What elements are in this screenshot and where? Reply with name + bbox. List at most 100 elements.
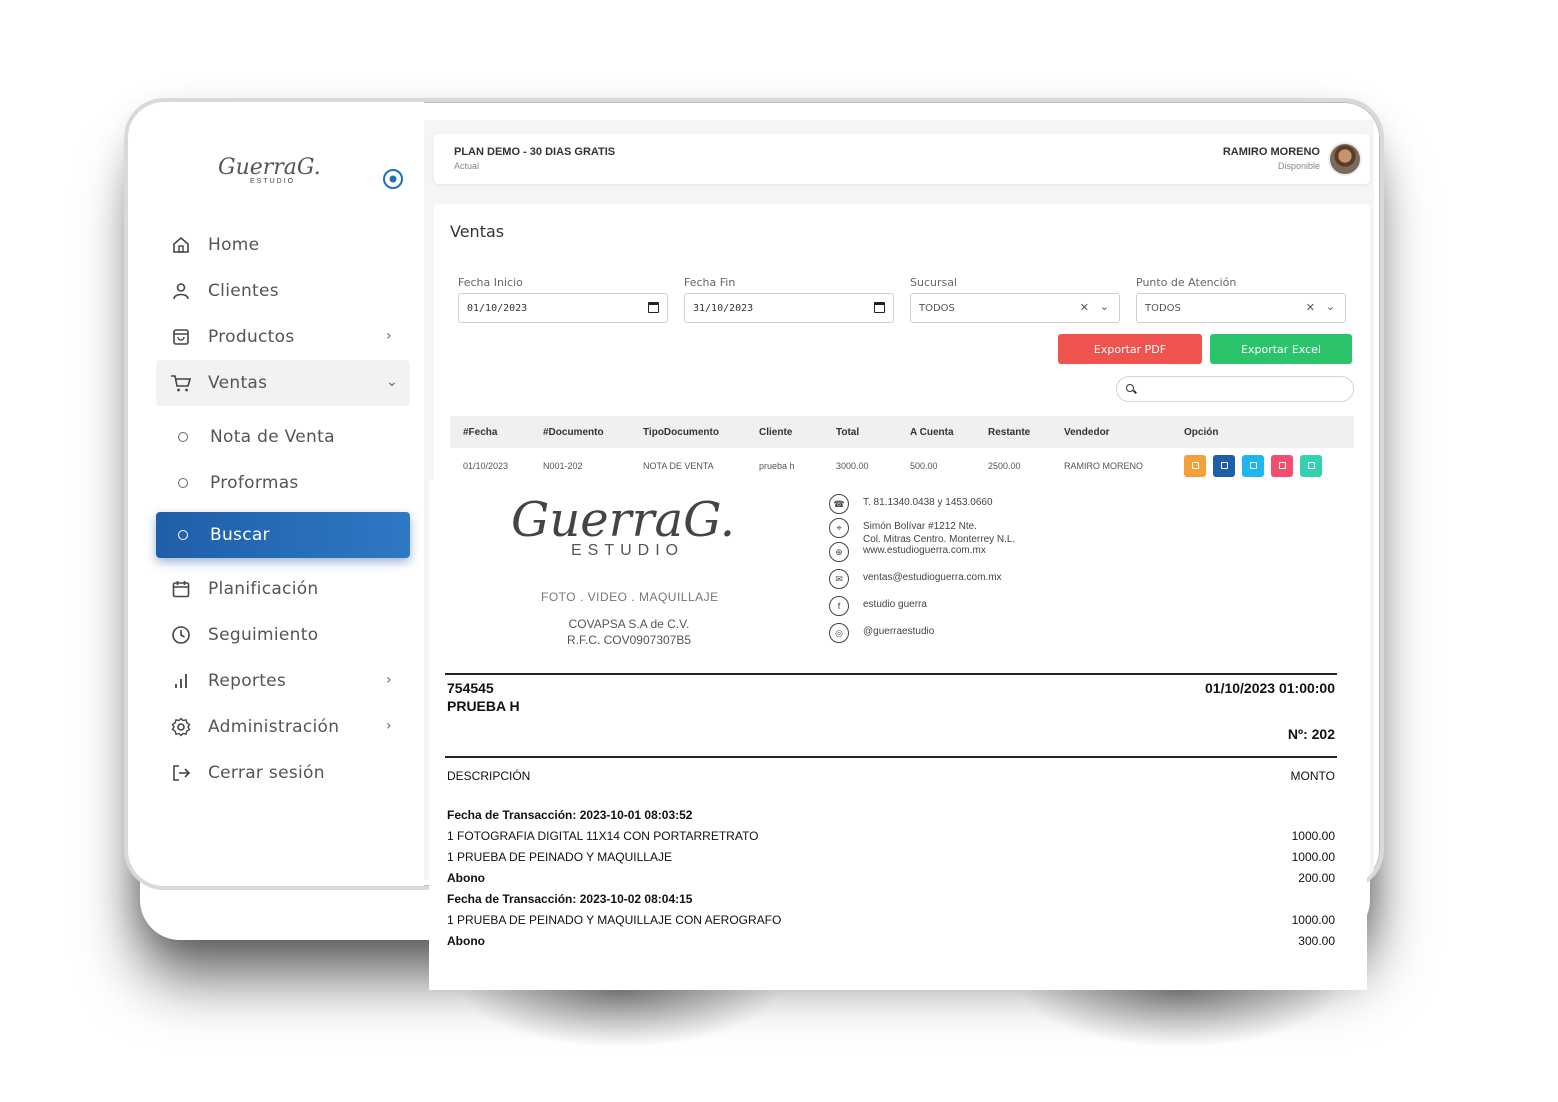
edit-button[interactable]	[1184, 454, 1206, 477]
sidebar-toggle-icon[interactable]	[382, 168, 404, 190]
sidebar-item-productos[interactable]: Productos ›	[156, 314, 410, 360]
document-button[interactable]	[1300, 454, 1322, 477]
column-header[interactable]: Total	[823, 427, 897, 438]
sidebar-item-label: Ventas	[208, 373, 268, 393]
avatar[interactable]	[1328, 142, 1362, 176]
branch-select[interactable]: TODOS ✕ ⌄	[910, 293, 1120, 323]
column-header[interactable]: TipoDocumento	[630, 427, 746, 438]
line-amount: 1000.00	[1291, 912, 1335, 927]
receipt-lines: Fecha de Transacción: 2023-10-01 08:03:5…	[447, 804, 1335, 951]
sidebar-item-seguimiento[interactable]: Seguimiento	[156, 612, 410, 658]
column-header[interactable]: #Documento	[530, 427, 630, 438]
receipt-preview: GuerraG. ESTUDIO FOTO . VIDEO . MAQUILLA…	[429, 480, 1367, 990]
sidebar-subitem-buscar[interactable]: Buscar	[156, 512, 410, 558]
column-header[interactable]: Cliente	[746, 427, 823, 438]
line-amount: 300.00	[1298, 933, 1335, 948]
receipt-line: 1 PRUEBA DE PEINADO Y MAQUILLAJE 1000.00	[447, 846, 1335, 867]
contact-text: T. 81.1340.0438 y 1453.0660	[863, 497, 993, 508]
clear-icon[interactable]: ✕	[1080, 301, 1089, 314]
page-title: Ventas	[450, 222, 505, 241]
sales-table: #Fecha #Documento TipoDocumento Cliente …	[450, 416, 1354, 484]
sidebar-item-label: Seguimiento	[208, 625, 319, 645]
column-header[interactable]: A Cuenta	[897, 427, 975, 438]
receipt-tagline: FOTO . VIDEO . MAQUILLAJE	[541, 590, 719, 604]
table-row[interactable]: 01/10/2023 N001-202 NOTA DE VENTA prueba…	[450, 448, 1354, 484]
sidebar-item-clientes[interactable]: Clientes	[156, 268, 410, 314]
folder-icon	[1249, 462, 1257, 469]
bar-chart-icon	[170, 670, 192, 692]
divider	[445, 673, 1337, 675]
print-button[interactable]	[1271, 454, 1293, 477]
calendar-button[interactable]	[1213, 454, 1235, 477]
export-pdf-button[interactable]: Exportar PDF	[1058, 334, 1202, 364]
filter-label: Fecha Inicio	[458, 276, 523, 289]
filter-service-point: Punto de Atención TODOS ✕ ⌄	[1136, 276, 1346, 323]
user-name[interactable]: RAMIRO MORENO	[1223, 146, 1320, 158]
sidebar-subitem-nota-de-venta[interactable]: Nota de Venta	[156, 414, 410, 460]
end-date-input[interactable]: 31/10/2023	[684, 293, 894, 323]
mail-icon: ✉	[829, 569, 849, 589]
receipt-number: 754545	[447, 680, 494, 696]
contact-text: ventas@estudioguerra.com.mx	[863, 572, 1002, 583]
receipt-logo-text: GuerraG.	[511, 492, 735, 548]
calendar-icon	[1220, 462, 1228, 469]
sidebar-item-planificacion[interactable]: Planificación	[156, 566, 410, 612]
filter-branch: Sucursal TODOS ✕ ⌄	[910, 276, 1120, 323]
sidebar-subitem-proformas[interactable]: Proformas	[156, 460, 410, 506]
document-icon	[1307, 462, 1315, 469]
sidebar-item-ventas[interactable]: Ventas ⌄	[156, 360, 410, 406]
cell-total: 3000.00	[836, 460, 869, 471]
line-description: Fecha de Transacción: 2023-10-02 08:04:1…	[447, 891, 693, 906]
export-excel-button[interactable]: Exportar Excel	[1210, 334, 1352, 364]
line-description: 1 PRUEBA DE PEINADO Y MAQUILLAJE	[447, 849, 672, 864]
table-header: #Fecha #Documento TipoDocumento Cliente …	[450, 416, 1354, 448]
cell-client: prueba h	[759, 460, 795, 471]
calendar-icon[interactable]	[874, 302, 885, 313]
sidebar-item-administracion[interactable]: Administración ›	[156, 704, 410, 750]
brand-logo: GuerraG. ESTUDIO	[218, 150, 330, 190]
service-point-select[interactable]: TODOS ✕ ⌄	[1136, 293, 1346, 323]
search-input[interactable]	[1116, 376, 1354, 402]
print-icon	[1278, 462, 1286, 469]
sidebar-item-reportes[interactable]: Reportes ›	[156, 658, 410, 704]
brand-text: GuerraG.	[218, 155, 321, 180]
logout-icon	[170, 762, 192, 784]
receipt-line: Fecha de Transacción: 2023-10-01 08:03:5…	[447, 804, 1335, 825]
company-rfc: R.F.C. COV0907307B5	[566, 633, 692, 647]
contact-web: ⊕ www.estudioguerra.com.mx	[829, 542, 986, 562]
line-description: 1 FOTOGRAFIA DIGITAL 11X14 CON PORTARRET…	[447, 828, 759, 843]
end-date-value: 31/10/2023	[693, 302, 754, 314]
phone-icon: ☎	[829, 494, 849, 514]
user-icon	[170, 280, 192, 302]
contact-text: estudio guerra	[863, 599, 927, 610]
column-header[interactable]: Restante	[975, 427, 1051, 438]
sidebar-item-label: Planificación	[208, 579, 319, 599]
contact-text: @guerraestudio	[863, 626, 935, 637]
start-date-input[interactable]: 01/10/2023	[458, 293, 668, 323]
chevron-down-icon: ⌄	[386, 374, 399, 390]
sidebar-item-home[interactable]: Home	[156, 222, 410, 268]
clear-icon[interactable]: ✕	[1306, 301, 1315, 314]
filter-label: Punto de Atención	[1136, 276, 1237, 289]
bullet-icon	[178, 530, 188, 540]
chevron-down-icon[interactable]: ⌄	[1100, 300, 1109, 313]
receipt-line: 1 FOTOGRAFIA DIGITAL 11X14 CON PORTARRET…	[447, 825, 1335, 846]
column-header[interactable]: Vendedor	[1051, 427, 1171, 438]
column-header: Opción	[1184, 426, 1219, 438]
chevron-right-icon: ›	[386, 328, 392, 344]
sidebar-nav: Home Clientes Productos › Ventas ⌄ Nota …	[156, 222, 410, 796]
service-point-value: TODOS	[1145, 302, 1181, 314]
line-amount: 1000.00	[1291, 828, 1335, 843]
plan-subtitle: Actual	[454, 161, 480, 171]
sidebar-item-cerrar-sesion[interactable]: Cerrar sesión	[156, 750, 410, 796]
column-header[interactable]: #Fecha	[450, 427, 530, 438]
calendar-icon[interactable]	[648, 302, 659, 313]
branch-value: TODOS	[919, 302, 955, 314]
receipt-doc-number: Nº: 202	[1287, 726, 1335, 742]
receipt-line: Abono 200.00	[447, 867, 1335, 888]
sidebar-item-label: Clientes	[208, 281, 279, 301]
cell-remaining: 2500.00	[988, 460, 1021, 471]
chevron-down-icon[interactable]: ⌄	[1326, 300, 1335, 313]
line-amount: 200.00	[1298, 870, 1335, 885]
folder-button[interactable]	[1242, 454, 1264, 477]
